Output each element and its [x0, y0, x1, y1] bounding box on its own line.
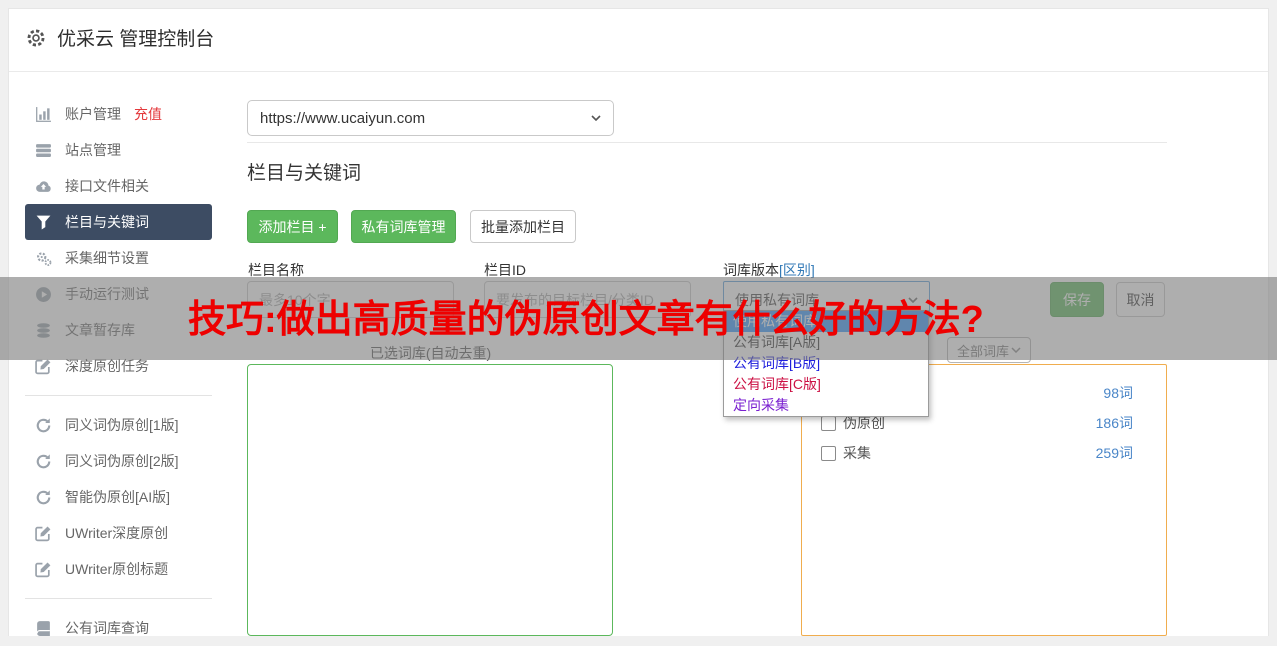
filter-icon	[35, 214, 52, 231]
sidebar-item-label: 同义词伪原创[2版]	[65, 453, 179, 469]
thesaurus-row-label: 采集	[843, 445, 871, 461]
bar-chart-icon	[35, 106, 52, 123]
refresh-icon	[35, 417, 52, 434]
cloud-upload-icon	[35, 178, 52, 195]
book-icon	[35, 620, 52, 637]
thesaurus-row: 采集 259词	[821, 438, 1133, 468]
sidebar-item-label: 接口文件相关	[65, 178, 149, 194]
edit-icon	[35, 525, 52, 542]
overlay-caption-text: 技巧:做出高质量的伪原创文章有什么好的方法?	[188, 299, 984, 341]
dropdown-option-public-c[interactable]: 公有词库[C版]	[724, 374, 928, 395]
page-title: 栏目与关键词	[247, 163, 362, 184]
sidebar-item-label: UWriter原创标题	[65, 561, 169, 577]
sidebar-item-label: 同义词伪原创[1版]	[65, 417, 179, 433]
sidebar-item-collection-settings[interactable]: 采集细节设置	[25, 240, 212, 276]
sidebar-item-synonym-rewrite-v2[interactable]: 同义词伪原创[2版]	[25, 443, 212, 479]
site-select-value: https://www.ucaiyun.com	[260, 109, 426, 127]
word-count: 98词	[1103, 385, 1133, 401]
gear-icon	[25, 27, 47, 49]
app-header: 优采云 管理控制台	[25, 24, 214, 51]
sidebar-divider	[25, 598, 212, 599]
add-column-button[interactable]: 添加栏目 +	[247, 210, 338, 243]
sidebar: 账户管理 充值 站点管理 接口文件相关 栏目与关键词 采集细节设置 手动运行测试…	[25, 96, 212, 646]
sidebar-item-label: 智能伪原创[AI版]	[65, 489, 171, 505]
sidebar-item-label: UWriter深度原创	[65, 525, 169, 541]
sidebar-item-public-thesaurus-query[interactable]: 公有词库查询	[25, 610, 212, 646]
recharge-link[interactable]: 充值	[134, 104, 162, 124]
sidebar-item-uwriter-title[interactable]: UWriter原创标题	[25, 551, 212, 587]
sidebar-item-ai-rewrite[interactable]: 智能伪原创[AI版]	[25, 479, 212, 515]
refresh-icon	[35, 453, 52, 470]
app-title: 优采云 管理控制台	[57, 29, 215, 50]
sidebar-item-label: 栏目与关键词	[65, 214, 149, 230]
content-divider	[247, 142, 1167, 143]
header-divider	[9, 71, 1268, 72]
sidebar-divider	[25, 395, 212, 396]
gears-icon	[35, 250, 52, 267]
sidebar-item-synonym-rewrite-v1[interactable]: 同义词伪原创[1版]	[25, 407, 212, 443]
edit-icon	[35, 561, 52, 578]
site-select[interactable]: https://www.ucaiyun.com	[247, 100, 614, 136]
batch-add-column-button[interactable]: 批量添加栏目	[470, 210, 576, 243]
sidebar-item-interface-files[interactable]: 接口文件相关	[25, 168, 212, 204]
word-count: 186词	[1095, 415, 1133, 431]
sidebar-item-account-management[interactable]: 账户管理 充值	[25, 96, 212, 132]
sidebar-item-label: 公有词库查询	[65, 620, 149, 636]
chevron-down-icon	[591, 115, 601, 121]
checkbox[interactable]	[821, 415, 836, 431]
sidebar-item-label: 站点管理	[65, 142, 121, 158]
selected-thesaurus-box	[247, 364, 613, 636]
sidebar-item-columns-keywords[interactable]: 栏目与关键词	[25, 204, 212, 240]
difference-link[interactable]: [区别]	[779, 262, 815, 278]
refresh-icon	[35, 489, 52, 506]
sidebar-item-label: 采集细节设置	[65, 250, 149, 266]
word-count: 259词	[1095, 445, 1133, 461]
sidebar-item-label: 账户管理	[65, 106, 121, 122]
sidebar-item-site-management[interactable]: 站点管理	[25, 132, 212, 168]
checkbox[interactable]	[821, 445, 836, 461]
server-icon	[35, 142, 52, 159]
dropdown-option-targeted-collection[interactable]: 定向采集	[724, 395, 928, 416]
edit-icon	[35, 358, 52, 375]
sidebar-item-uwriter-deep[interactable]: UWriter深度原创	[25, 515, 212, 551]
private-thesaurus-button[interactable]: 私有词库管理	[351, 210, 456, 243]
